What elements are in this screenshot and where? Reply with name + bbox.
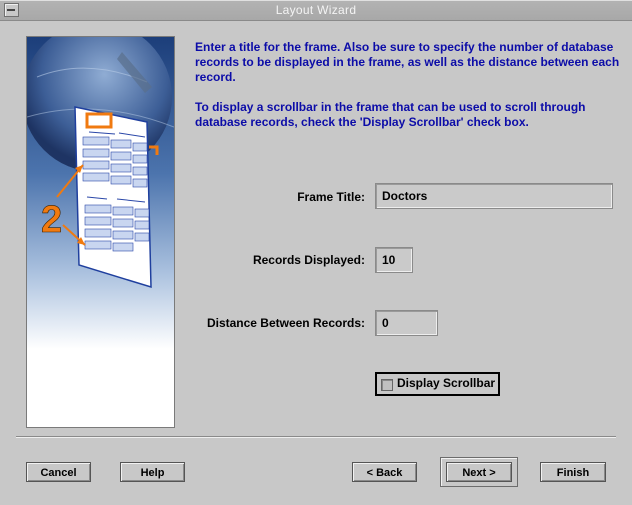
layout-wizard-window: Layout Wizard 2 Enter a title for the fr… — [0, 0, 632, 505]
cancel-button[interactable]: Cancel — [26, 462, 91, 482]
finish-button[interactable]: Finish — [540, 462, 606, 482]
records-displayed-label: Records Displayed: — [252, 253, 365, 267]
back-button[interactable]: < Back — [352, 462, 417, 482]
records-displayed-input[interactable] — [375, 247, 413, 273]
window-title: Layout Wizard — [275, 3, 357, 17]
title-bar[interactable]: Layout Wizard — [0, 0, 632, 21]
wizard-illustration-graphic: 2 — [27, 37, 174, 427]
distance-between-records-input[interactable] — [375, 310, 438, 336]
next-button[interactable]: Next > — [446, 462, 512, 482]
wizard-content: 2 Enter a title for the frame. Also be s… — [0, 20, 632, 505]
display-scrollbar-checkbox-box[interactable] — [381, 379, 393, 391]
display-scrollbar-label: Display Scrollbar — [397, 376, 496, 390]
step-number: 2 — [41, 199, 62, 241]
button-separator — [16, 436, 616, 438]
wizard-illustration: 2 — [26, 36, 175, 428]
distance-between-records-label: Distance Between Records: — [206, 316, 365, 330]
frame-title-input[interactable] — [375, 183, 613, 209]
display-scrollbar-checkbox[interactable]: Display Scrollbar — [375, 372, 500, 396]
instruction-paragraph-1: Enter a title for the frame. Also be sur… — [195, 40, 620, 84]
frame-title-label: Frame Title: — [297, 190, 365, 204]
instruction-paragraph-2: To display a scrollbar in the frame that… — [195, 100, 586, 129]
help-button[interactable]: Help — [120, 462, 185, 482]
